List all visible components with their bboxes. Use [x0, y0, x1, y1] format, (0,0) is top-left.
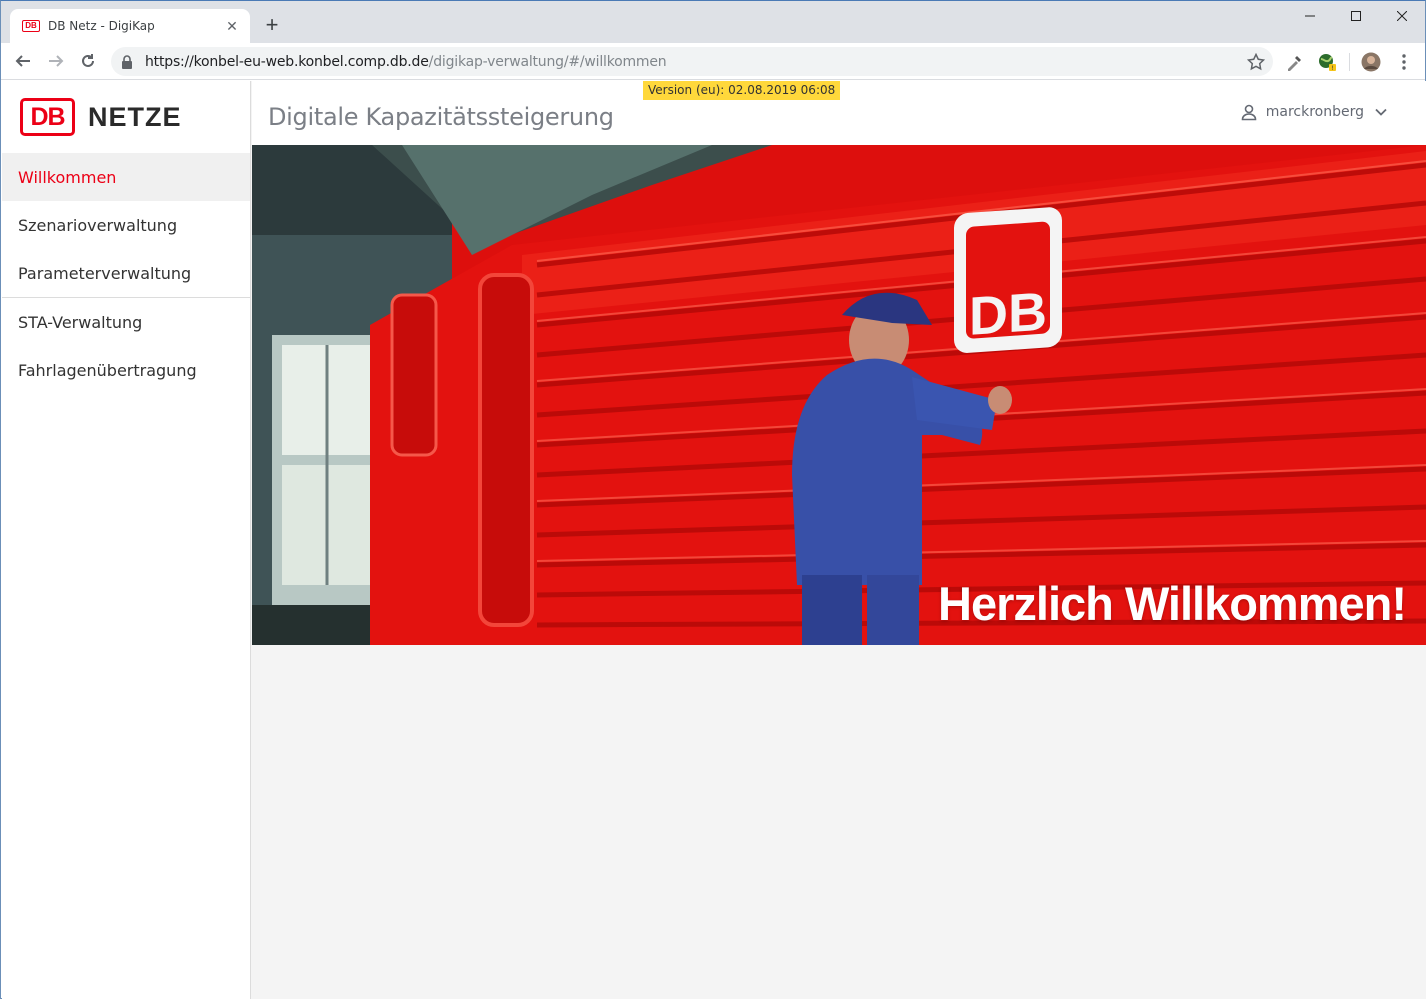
address-bar[interactable]: https://konbel-eu-web.konbel.comp.db.de/…: [111, 47, 1273, 76]
url-host: https://konbel-eu-web.konbel.comp.db.de: [145, 53, 429, 70]
user-icon: [1241, 104, 1257, 121]
page-title: Digitale Kapazitätssteigerung: [268, 103, 614, 131]
sidebar-item-sta-verwaltung[interactable]: STA-Verwaltung: [2, 298, 250, 346]
browser-toolbar: https://konbel-eu-web.konbel.comp.db.de/…: [1, 43, 1425, 80]
netze-wordmark: NETZE: [88, 101, 182, 132]
app-root: DB NETZE Willkommen Szenarioverwaltung P…: [2, 81, 1426, 999]
reload-icon[interactable]: [75, 48, 101, 74]
svg-text:DB: DB: [969, 281, 1047, 346]
user-menu[interactable]: marckronberg: [1240, 103, 1388, 121]
eyedropper-extension-icon[interactable]: [1285, 52, 1305, 72]
toolbar-divider: [1349, 53, 1350, 71]
db-logo-icon: DB: [20, 98, 75, 136]
lock-icon: [122, 54, 132, 69]
chevron-down-icon: [1375, 108, 1387, 116]
url-text: https://konbel-eu-web.konbel.comp.db.de/…: [145, 53, 667, 70]
hero-banner: DB Herzlich Willkommen!: [252, 145, 1426, 645]
back-arrow-icon[interactable]: [10, 48, 36, 74]
forward-arrow-icon[interactable]: [43, 48, 69, 74]
db-favicon-icon: DB: [22, 20, 40, 32]
url-path: /digikap-verwaltung/#/willkommen: [428, 53, 667, 70]
close-window-icon[interactable]: [1379, 1, 1425, 31]
username: marckronberg: [1265, 104, 1364, 120]
bookmark-star-icon[interactable]: [1247, 53, 1265, 71]
sidebar: DB NETZE Willkommen Szenarioverwaltung P…: [2, 81, 251, 999]
hero-image: DB: [252, 145, 1426, 645]
window-controls: [1287, 1, 1425, 31]
close-tab-icon[interactable]: ✕: [224, 18, 240, 34]
globe-extension-icon[interactable]: !: [1317, 52, 1337, 72]
minimize-icon[interactable]: [1287, 1, 1333, 31]
sidebar-item-parameterverwaltung[interactable]: Parameterverwaltung: [2, 249, 250, 297]
profile-avatar-icon[interactable]: [1361, 52, 1381, 72]
tab-strip: DB DB Netz - DigiKap ✕ +: [1, 1, 1425, 43]
sidebar-item-fahrlagenuebertragung[interactable]: Fahrlagenübertragung: [2, 346, 250, 394]
maximize-icon[interactable]: [1333, 1, 1379, 31]
new-tab-plus-icon[interactable]: +: [261, 14, 283, 37]
sidebar-item-szenarioverwaltung[interactable]: Szenarioverwaltung: [2, 201, 250, 249]
svg-text:!: !: [1331, 65, 1333, 72]
app-header: Digitale Kapazitätssteigerung Version (e…: [252, 81, 1426, 145]
sidebar-item-willkommen[interactable]: Willkommen: [2, 153, 250, 201]
hero-welcome-text: Herzlich Willkommen!: [938, 577, 1407, 630]
tab-title: DB Netz - DigiKap: [48, 19, 155, 33]
db-logo-on-train: DB: [954, 207, 1062, 353]
kebab-menu-icon[interactable]: [1394, 52, 1414, 72]
version-badge: Version (eu): 02.08.2019 06:08: [643, 81, 841, 100]
browser-window: DB DB Netz - DigiKap ✕ + https://konbel-…: [0, 0, 1426, 999]
db-netze-logo[interactable]: DB NETZE: [20, 98, 182, 136]
browser-tab[interactable]: DB DB Netz - DigiKap ✕: [10, 9, 250, 43]
